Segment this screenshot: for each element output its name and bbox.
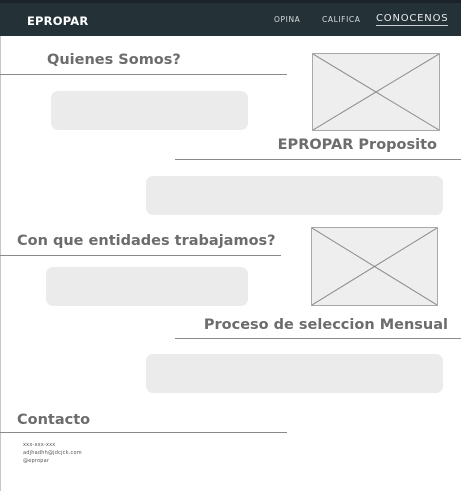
content-panel-quienes-somos (51, 91, 248, 130)
section-title-contacto: Contacto (17, 412, 91, 428)
section-divider (175, 159, 461, 160)
section-divider (175, 338, 461, 339)
content-panel-proceso (146, 354, 443, 393)
image-placeholder-cross (313, 54, 439, 130)
nav-link-opina[interactable]: OPINA (274, 15, 300, 24)
section-title-quienes-somos: Quienes Somos? (47, 52, 181, 68)
section-divider (0, 74, 287, 75)
content-panel-proposito (146, 176, 443, 215)
section-divider (0, 432, 287, 433)
contact-email[interactable]: adjhadhh@jdcjck.com (23, 450, 82, 456)
nav-link-conocenos[interactable]: CONOCENOS (376, 13, 449, 26)
image-placeholder-cross (312, 228, 437, 305)
navbar: EPROPAR OPINA CALIFICA CONOCENOS (0, 0, 461, 36)
contact-handle[interactable]: @epropar (23, 458, 49, 464)
content-panel-entidades (46, 267, 248, 306)
nav-link-califica[interactable]: CALIFICA (322, 15, 360, 24)
page-border (0, 36, 1, 491)
section-title-proposito: EPROPAR Proposito (277, 137, 437, 153)
image-placeholder-icon (312, 53, 440, 131)
section-title-proceso: Proceso de seleccion Mensual (203, 317, 448, 333)
brand-logo[interactable]: EPROPAR (27, 14, 88, 28)
section-title-entidades: Con que entidades trabajamos? (17, 233, 276, 249)
image-placeholder-icon (311, 227, 438, 306)
contact-phone: xxx-xxx-xxx (23, 442, 56, 448)
section-divider (0, 255, 281, 256)
